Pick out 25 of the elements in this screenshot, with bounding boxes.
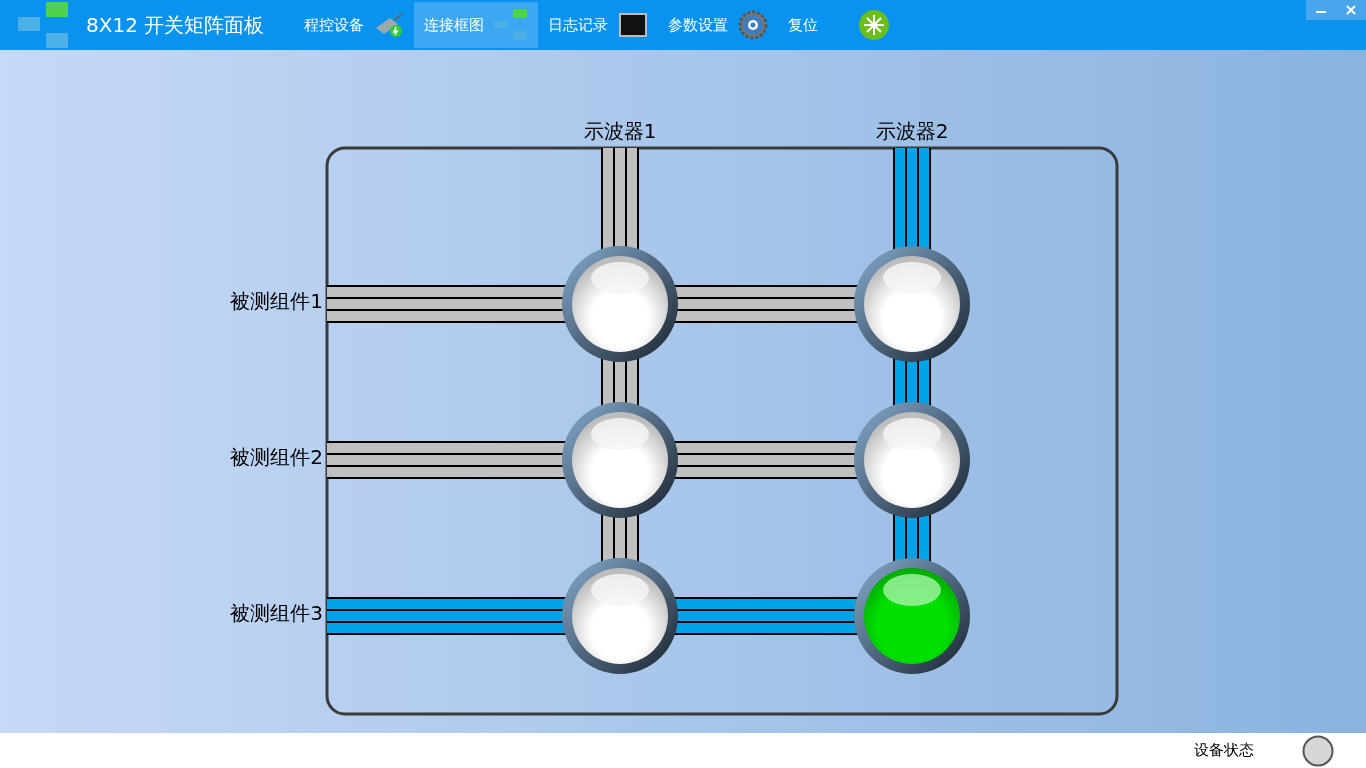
nav-tab[interactable]: 连接框图 bbox=[414, 2, 539, 48]
status-label: 设备状态 bbox=[1194, 741, 1254, 760]
switch-button[interactable] bbox=[562, 402, 678, 518]
input-label: 被测组件1 bbox=[230, 289, 323, 313]
app-title: 8X12 开关矩阵面板 bbox=[86, 11, 265, 39]
close-icon bbox=[1346, 5, 1356, 15]
gear-icon bbox=[738, 10, 769, 40]
output-label: 示波器1 bbox=[583, 119, 657, 143]
asterisk-icon[interactable] bbox=[858, 9, 891, 41]
switch-button[interactable] bbox=[562, 558, 678, 674]
input-label: 被测组件2 bbox=[230, 445, 323, 469]
nav-tab[interactable]: 日志记录 bbox=[538, 2, 659, 48]
monitor-icon bbox=[618, 12, 649, 38]
output-label: 示波器2 bbox=[875, 119, 949, 143]
app-logo-icon bbox=[18, 2, 70, 48]
diagram-icon bbox=[494, 9, 529, 41]
nav-tab[interactable]: 参数设置 bbox=[658, 2, 779, 48]
switch-button[interactable] bbox=[562, 246, 678, 362]
nav-tab[interactable]: 复位 bbox=[778, 2, 829, 48]
switch-button[interactable] bbox=[854, 246, 970, 362]
nav-tab[interactable]: 程控设备 bbox=[294, 2, 415, 48]
plug-icon bbox=[374, 12, 405, 38]
input-label: 被测组件3 bbox=[230, 601, 323, 625]
switch-button[interactable] bbox=[854, 402, 970, 518]
switch-button[interactable] bbox=[854, 558, 970, 674]
